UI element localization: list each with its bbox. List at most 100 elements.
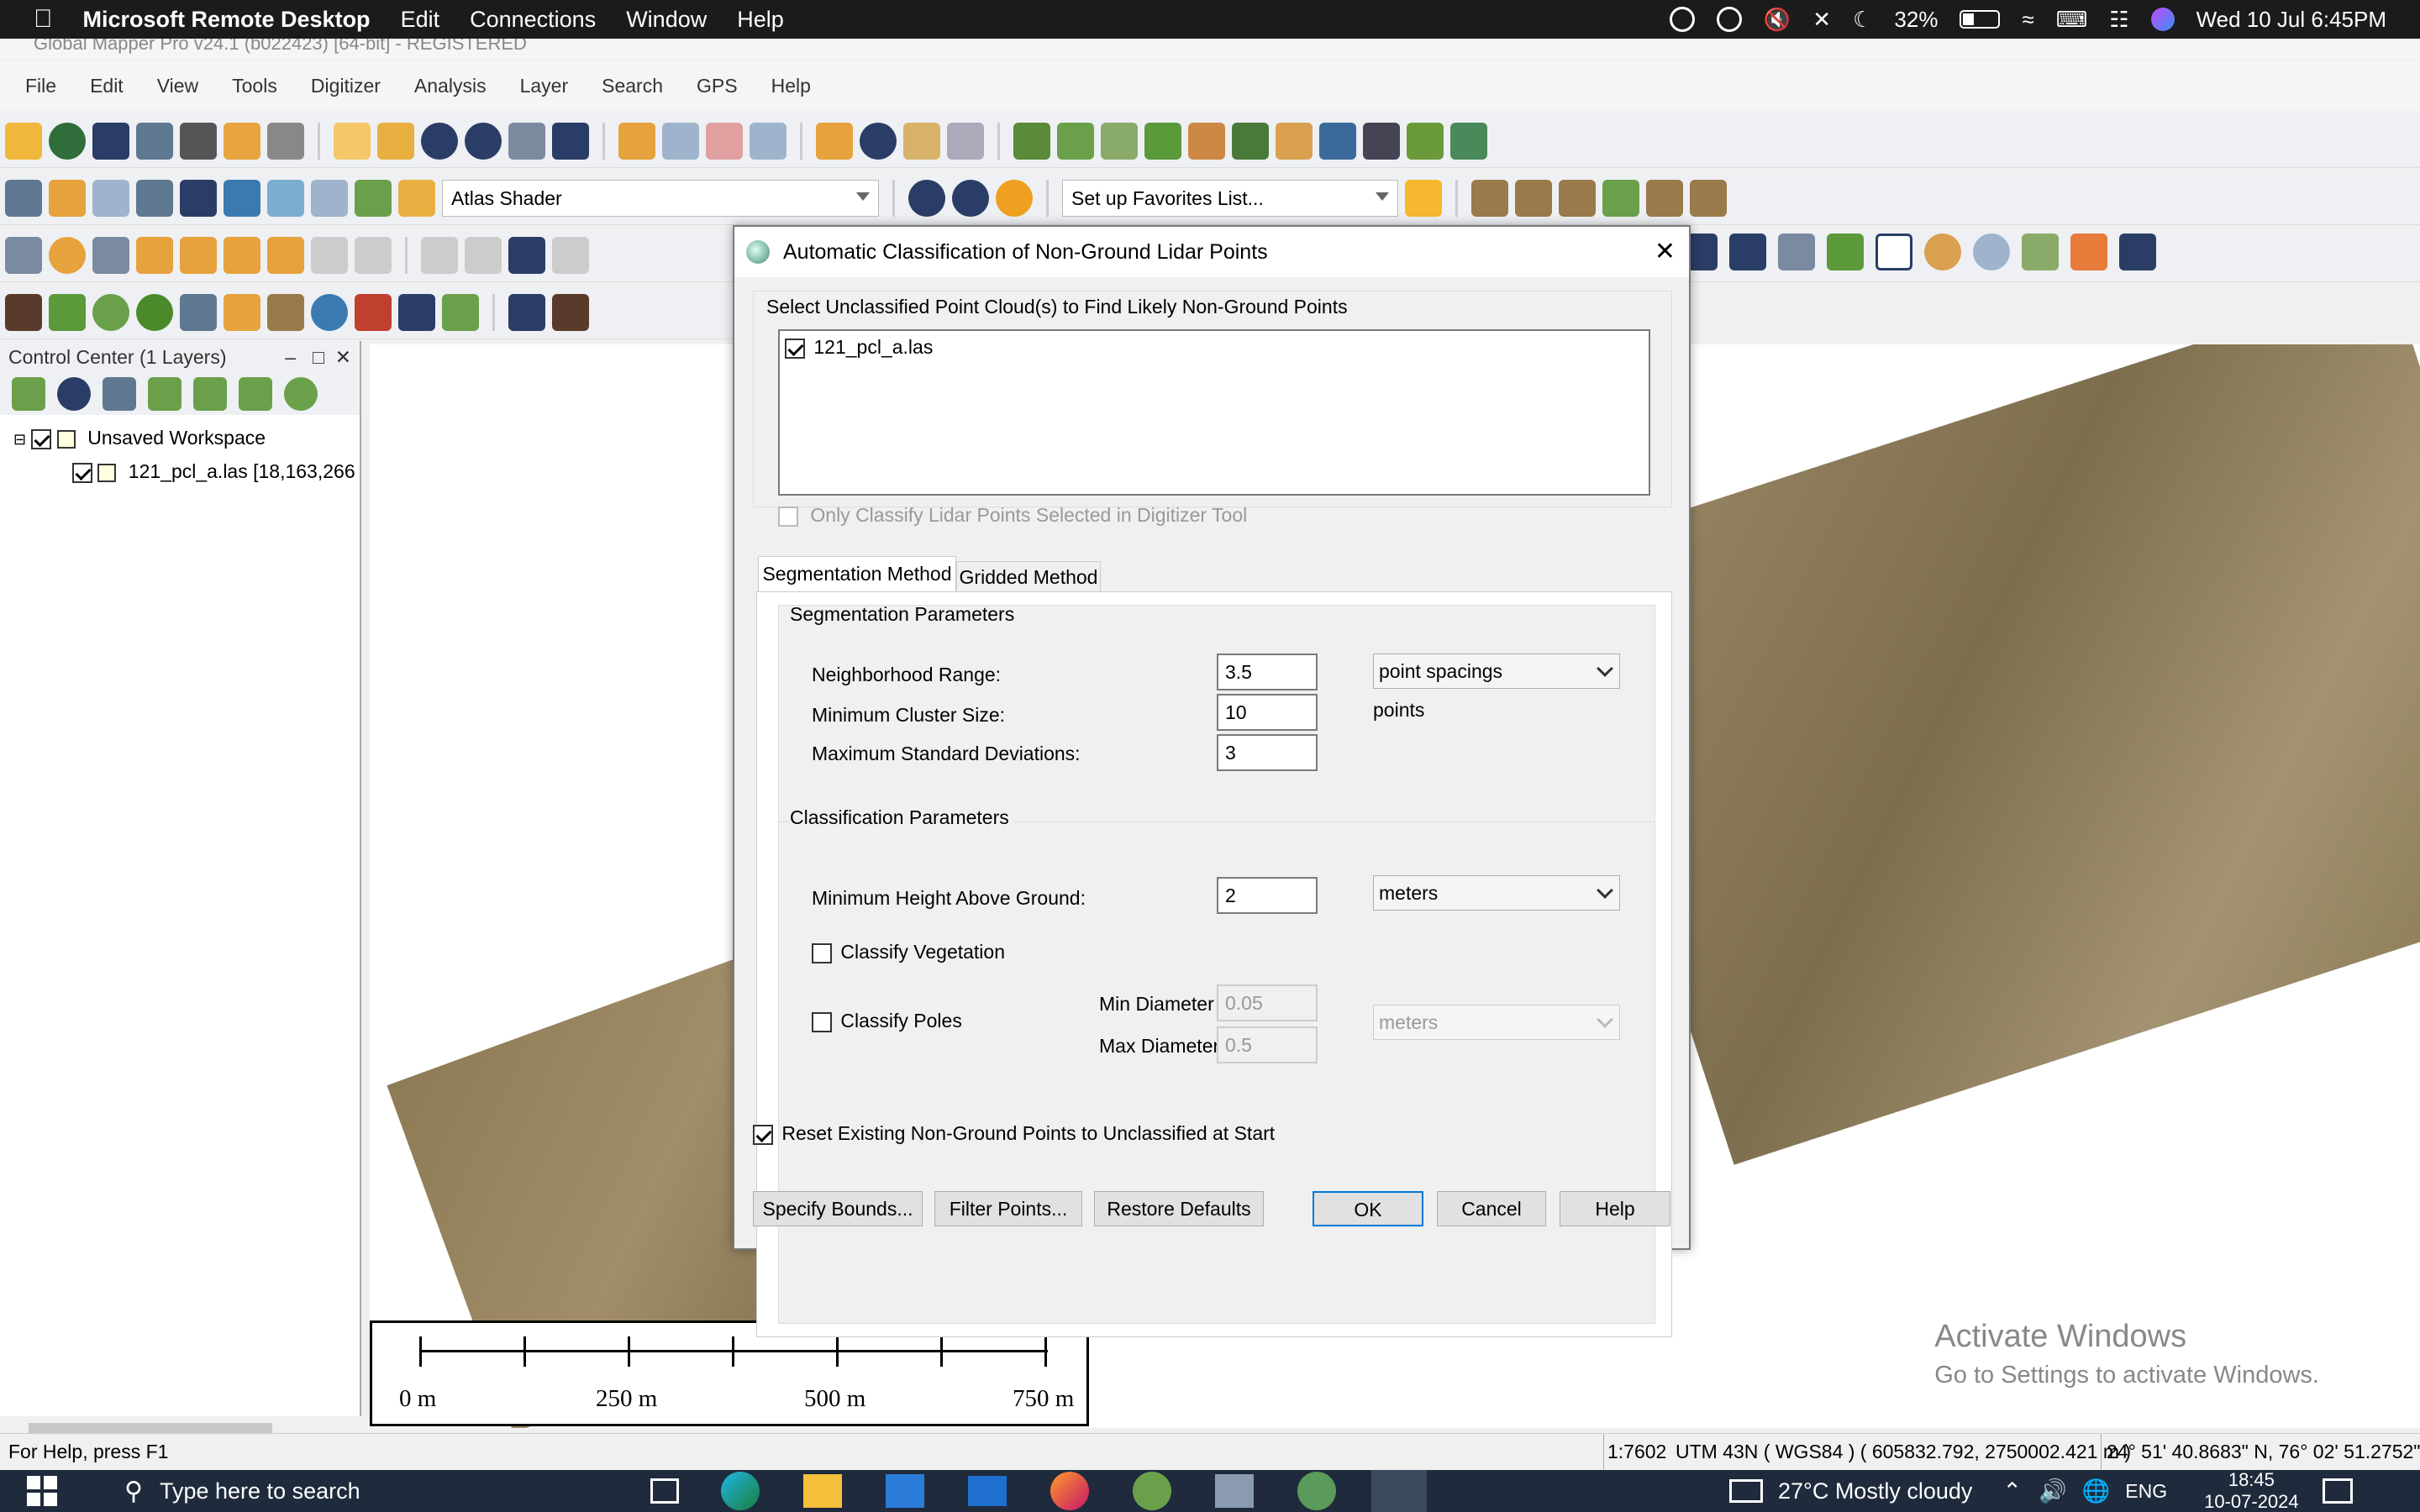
3d-icon[interactable] [136,179,173,217]
digitize-1-icon[interactable] [5,236,42,274]
volume-icon[interactable]: 🔊 [2039,1478,2067,1504]
shader-select[interactable]: Atlas Shader [442,179,879,217]
edit-4-icon[interactable] [311,236,348,274]
table-icon[interactable] [103,377,136,411]
min-cluster-input[interactable]: 10 [1217,694,1318,731]
terrain-4-icon[interactable] [1144,122,1181,160]
app-icon[interactable] [1214,1474,1254,1508]
file-explorer-icon[interactable] [802,1474,842,1508]
edge-icon[interactable] [720,1472,760,1510]
save-icon[interactable] [92,122,129,160]
close-icon[interactable]: ✕ [335,341,351,373]
reshape-icon[interactable] [552,236,589,274]
path-4-icon[interactable] [1602,179,1639,217]
menu-search[interactable]: Search [585,75,680,97]
tab-segmentation[interactable]: Segmentation Method [758,556,956,593]
network-small-icon[interactable] [442,293,479,331]
classify-vegetation-checkbox[interactable] [812,942,832,963]
classify-vegetation-option[interactable]: Classify Vegetation [812,941,1005,963]
building-icon[interactable] [180,293,217,331]
language-indicator[interactable]: ENG [2125,1480,2167,1503]
menu-digitizer[interactable]: Digitizer [294,75,397,97]
classify-1-icon[interactable] [508,293,545,331]
layer-checkbox[interactable] [72,462,92,483]
close-icon[interactable]: ✕ [1655,227,1676,277]
windows-start-icon[interactable] [27,1476,57,1506]
noise-icon[interactable] [355,293,392,331]
globe-grid-icon[interactable] [908,179,945,217]
terrain-7-icon[interactable] [1276,122,1313,160]
move-icon[interactable] [421,236,458,274]
weather-icon[interactable] [1728,1479,1763,1503]
global-mapper-taskbar-icon[interactable] [1297,1472,1336,1510]
star-icon[interactable] [1405,179,1442,217]
maximize-icon[interactable]: □ [313,341,324,373]
shapes-icon[interactable] [267,236,304,274]
options-icon[interactable] [57,377,91,411]
control-center-toggle-icon[interactable] [224,122,260,160]
globe-icon[interactable] [49,122,86,160]
firefox-icon[interactable] [1050,1472,1089,1510]
moon-icon[interactable]: ☾ [1853,7,1872,33]
cloud-item-checkbox[interactable] [785,338,805,359]
filter-points-button[interactable]: Filter Points... [934,1191,1082,1226]
water-icon[interactable] [224,179,260,217]
workspace-checkbox[interactable] [31,428,52,449]
grid-pattern-icon[interactable] [1778,234,1815,270]
flood-icon[interactable] [267,179,304,217]
pencil-icon[interactable] [618,122,655,160]
search-icon[interactable]: ⚲ [124,1477,143,1506]
edit-table-icon[interactable] [1827,234,1864,270]
points-1-icon[interactable] [1924,234,1961,270]
lidar-icon[interactable] [49,179,86,217]
ruler-icon[interactable] [92,236,129,274]
settings-icon[interactable] [952,179,989,217]
language-icon[interactable]: 🌐 [2082,1478,2111,1504]
apple-icon[interactable]:  [0,5,68,34]
edit-1-icon[interactable] [136,236,173,274]
path-2-icon[interactable] [1515,179,1552,217]
edit-5-icon[interactable] [355,236,392,274]
gps-icon[interactable] [947,122,984,160]
collapse-icon[interactable]: ⊟ [13,431,26,448]
tree-item-layer[interactable]: 121_pcl_a.las [18,163,266 F [0,455,360,487]
weather-text[interactable]: 27°C Mostly cloudy [1778,1478,1972,1504]
min-diameter-input[interactable]: 0.05 [1217,984,1318,1021]
terrain-3-icon[interactable] [1101,122,1138,160]
chevron-up-icon[interactable]: ⌃ [2002,1478,2022,1504]
zoom-out-icon[interactable] [465,122,502,160]
taskbar-search[interactable]: Type here to search [160,1478,597,1504]
path-6-icon[interactable] [1690,179,1727,217]
neighborhood-unit-select[interactable]: point spacings [1373,654,1620,689]
profile-icon[interactable] [92,179,129,217]
min-height-input[interactable]: 2 [1217,877,1318,914]
menu-window[interactable]: Window [611,7,722,33]
max-std-input[interactable]: 3 [1217,734,1318,771]
only-selected-checkbox[interactable] [778,506,798,527]
menu-tools[interactable]: Tools [215,75,294,97]
clock[interactable]: Wed 10 Jul 6:45PM [2196,7,2386,33]
poles-unit-select[interactable]: meters [1373,1005,1620,1040]
zoom-in-icon[interactable] [421,122,458,160]
terrain-2-icon[interactable] [1057,122,1094,160]
points-2-icon[interactable] [1973,234,2010,270]
play-icon[interactable] [1716,7,1742,32]
close-layer-icon[interactable] [284,377,318,411]
target-icon[interactable] [49,236,86,274]
water-drop-icon[interactable] [311,293,348,331]
restore-defaults-button[interactable]: Restore Defaults [1094,1191,1264,1226]
battery-percent[interactable]: 32% [1894,7,1938,33]
sun-icon[interactable] [996,179,1033,217]
mountain-icon[interactable] [5,293,42,331]
search-layer-icon[interactable] [12,377,45,411]
tree-icon[interactable] [136,293,173,331]
visibility-icon[interactable] [239,377,272,411]
pan-icon[interactable] [377,122,414,160]
zoom-tool-icon[interactable] [334,122,371,160]
terrain-5-icon[interactable] [1188,122,1225,160]
panel-icon[interactable] [5,179,42,217]
bush-icon[interactable] [92,293,129,331]
minimize-icon[interactable]: – [285,341,296,373]
classify-poles-checkbox[interactable] [812,1011,832,1032]
slope-icon[interactable] [180,179,217,217]
